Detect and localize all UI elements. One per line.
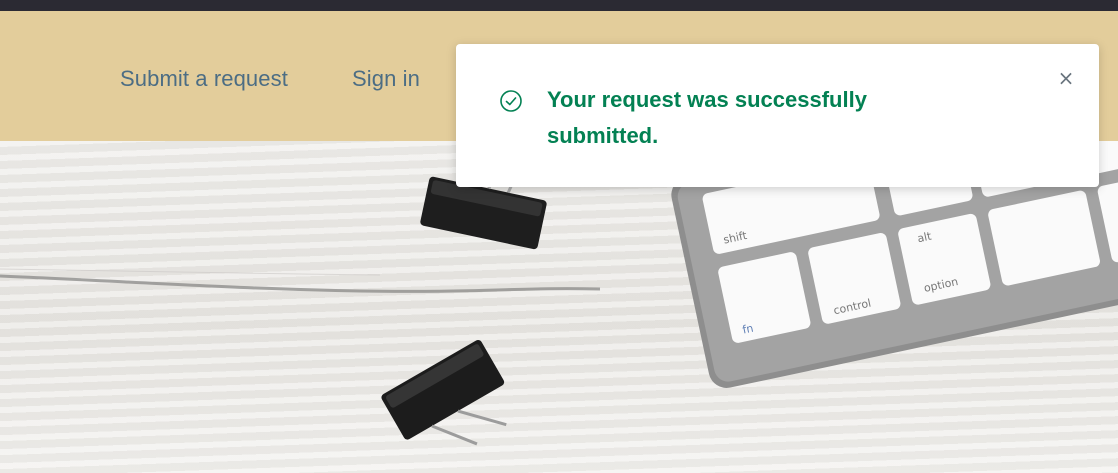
close-icon[interactable]: × — [1054, 66, 1078, 90]
top-strip — [0, 0, 1118, 11]
hero-illustration: shift fn control alt option — [0, 141, 1118, 446]
success-notification: Your request was successfully submitted.… — [456, 44, 1099, 187]
hero-image: shift fn control alt option — [0, 141, 1118, 473]
submit-request-link[interactable]: Submit a request — [120, 66, 288, 92]
check-circle-icon — [500, 90, 522, 112]
binder-clip-bottom — [381, 339, 507, 446]
notification-message: Your request was successfully submitted. — [547, 87, 867, 148]
sign-in-link[interactable]: Sign in — [352, 66, 420, 92]
